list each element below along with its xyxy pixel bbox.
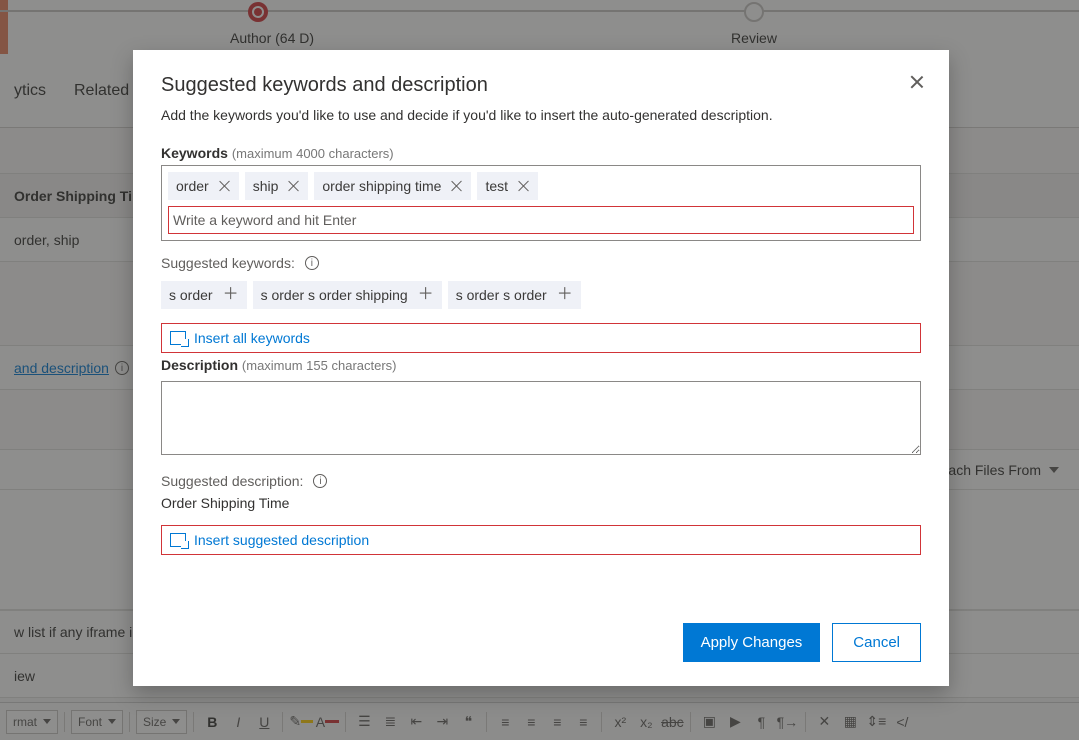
chip-label: s order s order bbox=[456, 287, 547, 303]
insert-all-keywords-button[interactable]: Insert all keywords bbox=[161, 323, 921, 353]
description-section-label: Description (maximum 155 characters) bbox=[161, 357, 921, 373]
suggested-keywords-modal: Suggested keywords and description Add t… bbox=[133, 50, 949, 686]
keywords-section-label: Keywords (maximum 4000 characters) bbox=[161, 145, 921, 161]
apply-changes-button[interactable]: Apply Changes bbox=[683, 623, 821, 662]
insert-suggested-description-button[interactable]: Insert suggested description bbox=[161, 525, 921, 555]
suggested-chip[interactable]: s order s order shipping ＋ bbox=[253, 281, 442, 309]
add-chip-icon[interactable]: ＋ bbox=[418, 290, 434, 300]
info-icon[interactable]: i bbox=[313, 474, 327, 488]
add-chip-icon[interactable]: ＋ bbox=[223, 290, 239, 300]
description-textarea[interactable] bbox=[161, 381, 921, 455]
suggested-chip[interactable]: s order ＋ bbox=[161, 281, 247, 309]
insert-icon bbox=[170, 533, 186, 547]
suggested-keywords-label: Suggested keywords: i bbox=[161, 255, 921, 271]
keyword-chip: ship bbox=[245, 172, 309, 200]
add-chip-icon[interactable]: ＋ bbox=[557, 290, 573, 300]
modal-subtitle: Add the keywords you'd like to use and d… bbox=[161, 107, 921, 123]
close-icon[interactable] bbox=[907, 72, 927, 92]
chip-label: test bbox=[485, 178, 508, 194]
chip-label: s order bbox=[169, 287, 213, 303]
chip-label: ship bbox=[253, 178, 279, 194]
suggested-chip[interactable]: s order s order ＋ bbox=[448, 281, 581, 309]
insert-icon bbox=[170, 331, 186, 345]
modal-footer: Apply Changes Cancel bbox=[161, 623, 921, 662]
keyword-input[interactable] bbox=[169, 207, 913, 233]
chip-label: order bbox=[176, 178, 209, 194]
info-icon[interactable]: i bbox=[305, 256, 319, 270]
modal-title: Suggested keywords and description bbox=[161, 74, 921, 97]
chip-label: order shipping time bbox=[322, 178, 441, 194]
remove-chip-icon[interactable] bbox=[288, 180, 300, 192]
suggested-description-text: Order Shipping Time bbox=[161, 495, 921, 511]
chip-label: s order s order shipping bbox=[261, 287, 408, 303]
keyword-chip: order bbox=[168, 172, 239, 200]
keywords-input-box[interactable]: order ship order shipping time test bbox=[161, 165, 921, 241]
suggested-description-label: Suggested description: i bbox=[161, 473, 921, 489]
remove-chip-icon[interactable] bbox=[451, 180, 463, 192]
remove-chip-icon[interactable] bbox=[219, 180, 231, 192]
suggested-keywords-list: s order ＋ s order s order shipping ＋ s o… bbox=[161, 281, 921, 309]
keyword-chip: test bbox=[477, 172, 538, 200]
remove-chip-icon[interactable] bbox=[518, 180, 530, 192]
cancel-button[interactable]: Cancel bbox=[832, 623, 921, 662]
keyword-chip: order shipping time bbox=[314, 172, 471, 200]
keyword-input-highlight bbox=[168, 206, 914, 234]
